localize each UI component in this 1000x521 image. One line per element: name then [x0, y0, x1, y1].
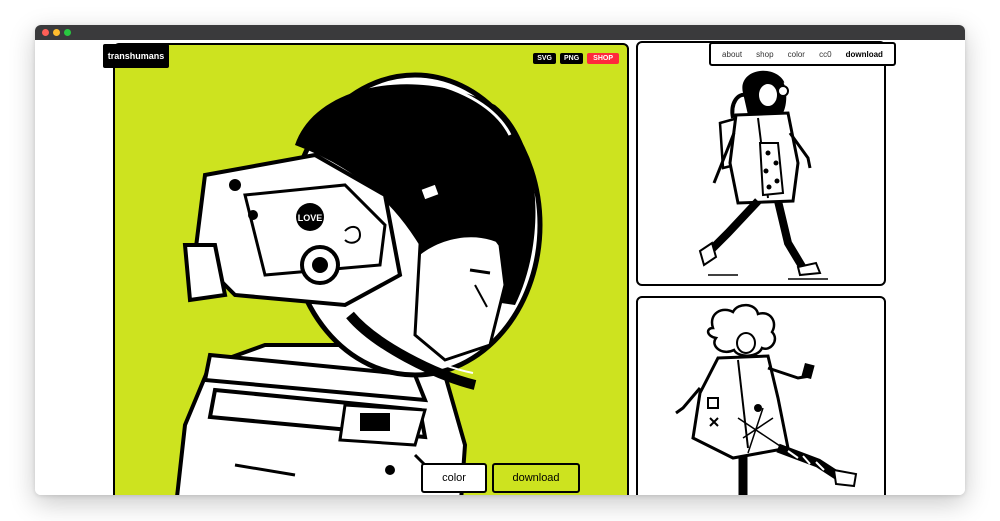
astronaut-illustration: LOVE — [175, 72, 543, 495]
minimize-window-icon[interactable] — [53, 29, 60, 36]
nav-color[interactable]: color — [788, 50, 805, 59]
walking-girl-illustration — [698, 70, 828, 280]
window-titlebar — [35, 25, 965, 40]
format-badges: SVG PNG SHOP — [533, 53, 619, 64]
png-badge[interactable]: PNG — [559, 53, 584, 64]
nav-download[interactable]: download — [846, 50, 883, 59]
nav-about[interactable]: about — [722, 50, 742, 59]
curly-hair-figure-illustration — [675, 303, 858, 495]
love-sticker-text: LOVE — [298, 213, 323, 223]
shop-badge[interactable]: SHOP — [587, 53, 619, 64]
hero-illustration-card[interactable]: LOVE SVG PNG SHOP color download — [113, 43, 629, 495]
color-button[interactable]: color — [421, 463, 487, 493]
close-window-icon[interactable] — [42, 29, 49, 36]
nav-cc0[interactable]: cc0 — [819, 50, 831, 59]
page-content: transhumans LOVE SVG PNG SHOP color down… — [35, 40, 965, 495]
nav-shop[interactable]: shop — [756, 50, 773, 59]
zoom-window-icon[interactable] — [64, 29, 71, 36]
browser-window: transhumans LOVE SVG PNG SHOP color down… — [35, 25, 965, 495]
download-button[interactable]: download — [492, 463, 580, 493]
gallery-card-curly-hair-figure[interactable] — [636, 296, 886, 495]
gallery-card-walking-girl[interactable] — [636, 41, 886, 286]
svg-badge[interactable]: SVG — [533, 53, 556, 64]
top-navigation: about shop color cc0 download — [709, 42, 896, 66]
brand-logo-button[interactable]: transhumans — [103, 44, 169, 68]
